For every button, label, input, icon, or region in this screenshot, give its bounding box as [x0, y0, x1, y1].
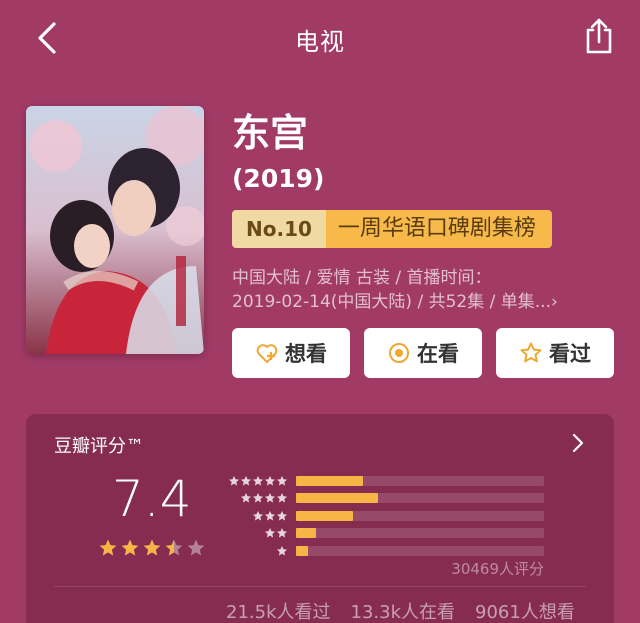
distribution-bar: [296, 510, 354, 521]
rating-score: 7.4: [112, 470, 192, 528]
distribution-bar: [296, 528, 316, 539]
rating-title: 豆瓣评分™: [54, 436, 144, 457]
rating-card[interactable]: 豆瓣评分™ 7.4 30469人评分 21.5k人看过 13.3k人在看 906…: [26, 414, 614, 623]
meta-line-1: 中国大陆 / 爱情 古装 / 首播时间：: [232, 268, 492, 288]
star-icon: [99, 539, 117, 556]
star-icon: [143, 539, 161, 556]
small-star-icon: [229, 475, 239, 485]
small-star-icon: [277, 528, 287, 538]
divider: [54, 586, 586, 587]
small-star-icon: [253, 510, 263, 521]
small-star-icon: [253, 493, 263, 503]
small-star-icon: [277, 475, 287, 485]
top-bar: 电视: [0, 0, 640, 78]
watched-button[interactable]: 看过: [496, 328, 614, 378]
show-meta[interactable]: 中国大陆 / 爱情 古装 / 首播时间： 2019-02-14(中国大陆) / …: [232, 266, 622, 314]
rating-stars: [98, 538, 206, 558]
distribution-row: [224, 490, 544, 507]
show-title: 东宫: [232, 111, 309, 155]
distribution-stars: [224, 527, 288, 539]
star-icon: [187, 539, 205, 556]
share-icon[interactable]: [582, 16, 616, 56]
want-to-watch-button[interactable]: 想看: [232, 328, 350, 378]
distribution-row: [224, 542, 544, 559]
rank-badge[interactable]: No.10 一周华语口碑剧集榜: [232, 210, 552, 248]
rating-distribution: [224, 472, 544, 560]
want-count[interactable]: 9061人想看: [475, 598, 575, 623]
small-star-icon: [265, 493, 275, 503]
distribution-bar: [296, 493, 378, 504]
distribution-track: [296, 528, 544, 539]
distribution-bar: [296, 475, 363, 486]
watching-label: 在看: [417, 342, 459, 366]
watched-count[interactable]: 21.5k人看过: [226, 598, 331, 623]
watching-count[interactable]: 13.3k人在看: [351, 598, 456, 623]
small-star-icon: [241, 475, 251, 485]
star-icon: [165, 539, 183, 556]
distribution-stars: [224, 475, 288, 487]
watch-stats: 21.5k人看过 13.3k人在看 9061人想看: [226, 598, 575, 623]
distribution-track: [296, 493, 544, 504]
poster-image[interactable]: [26, 106, 204, 354]
distribution-stars: [224, 510, 288, 522]
chevron-right-icon[interactable]: [570, 432, 586, 454]
distribution-row: [224, 525, 544, 542]
distribution-row: [224, 472, 544, 489]
heart-plus-icon: [256, 344, 278, 363]
small-star-icon: [277, 510, 287, 521]
poster-art: [26, 106, 204, 354]
show-year: (2019): [232, 164, 325, 193]
page-title: 电视: [295, 28, 345, 56]
small-star-icon: [265, 528, 275, 538]
distribution-row: [224, 507, 544, 524]
show-info: 东宫 (2019) No.10 一周华语口碑剧集榜 中国大陆 / 爱情 古装 /…: [232, 110, 622, 314]
distribution-stars: [224, 545, 288, 557]
distribution-track: [296, 475, 544, 486]
small-star-icon: [265, 510, 275, 521]
rating-count: 30469人评分: [451, 560, 544, 578]
watched-label: 看过: [549, 342, 591, 366]
star-icon: [121, 539, 139, 556]
small-star-icon: [277, 493, 287, 503]
action-buttons: 想看 在看 看过: [232, 328, 614, 378]
small-star-icon: [253, 475, 263, 485]
want-to-watch-label: 想看: [285, 342, 327, 366]
rank-number: No.10: [232, 210, 326, 248]
watching-button[interactable]: 在看: [364, 328, 482, 378]
star-outline-icon: [520, 342, 542, 363]
distribution-stars: [224, 492, 288, 504]
distribution-track: [296, 510, 544, 521]
target-icon: [389, 343, 409, 363]
meta-line-2: 2019-02-14(中国大陆) / 共52集 / 单集...›: [232, 292, 558, 312]
distribution-track: [296, 545, 544, 556]
rank-list-name: 一周华语口碑剧集榜: [325, 210, 552, 248]
small-star-icon: [277, 545, 287, 556]
small-star-icon: [265, 475, 275, 485]
small-star-icon: [241, 493, 251, 503]
distribution-bar: [296, 545, 309, 556]
